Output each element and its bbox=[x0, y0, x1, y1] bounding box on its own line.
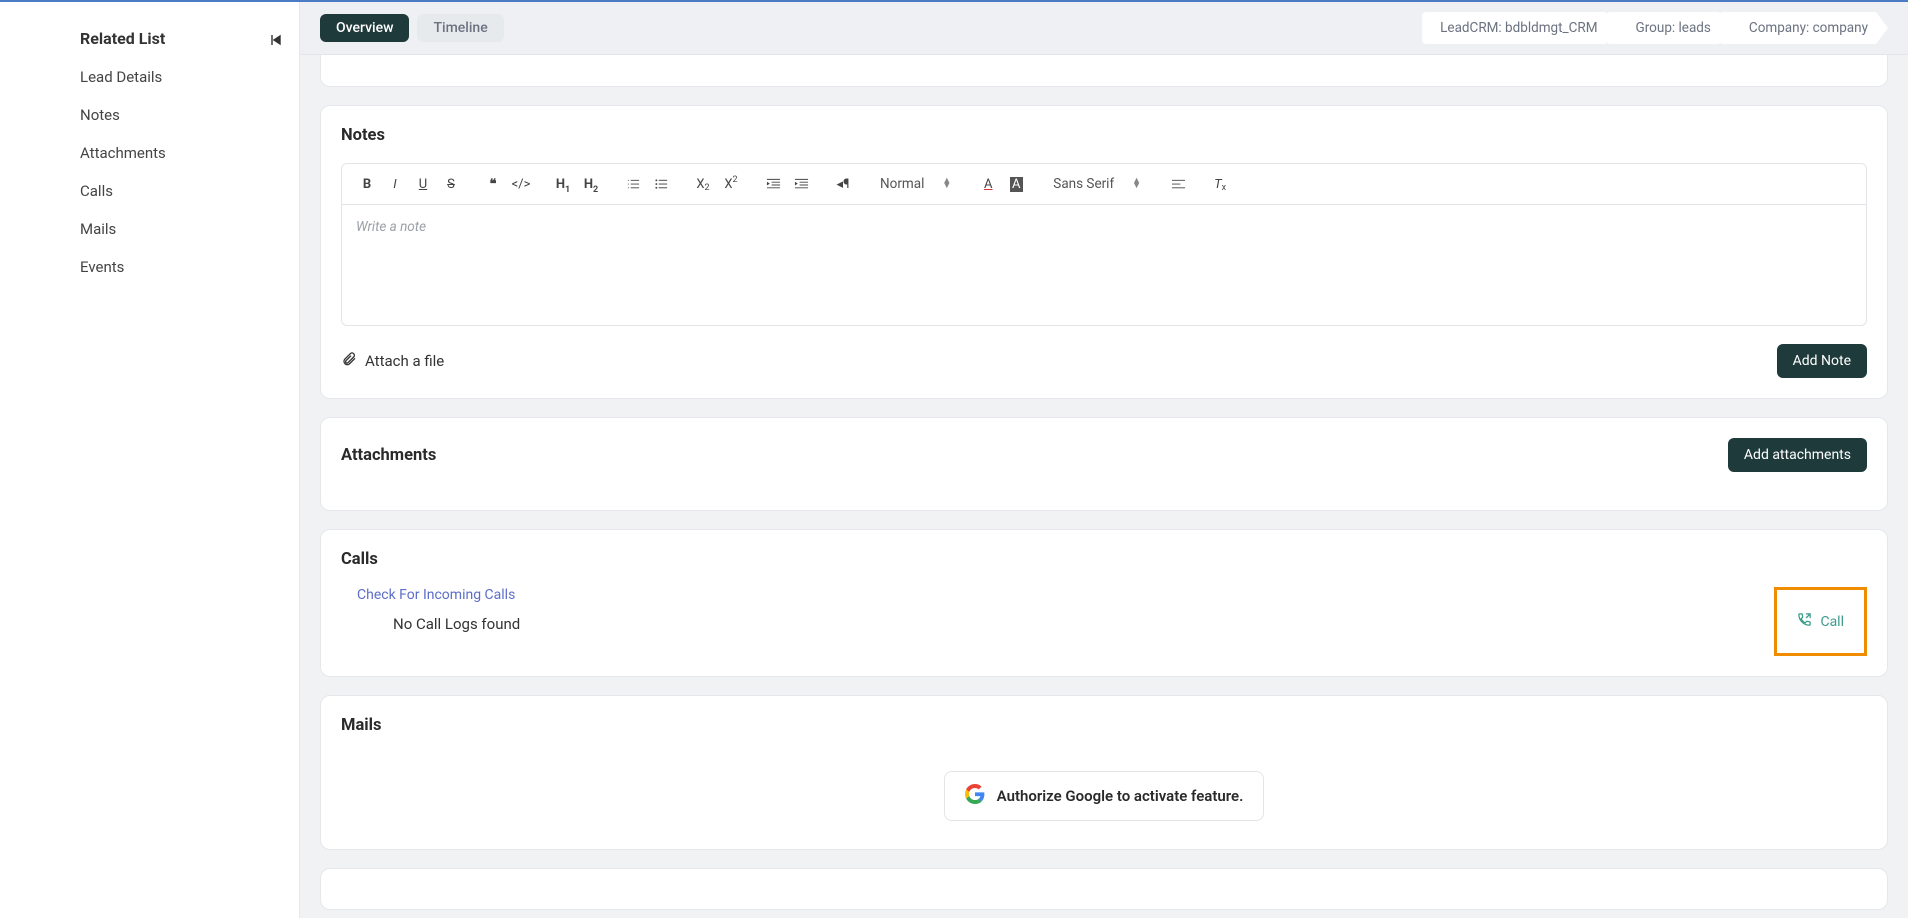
attachments-header: Attachments Add attachments bbox=[341, 438, 1867, 472]
note-textarea[interactable]: Write a note bbox=[342, 205, 1866, 325]
tab-label: Timeline bbox=[433, 20, 487, 36]
events-card-cutoff bbox=[320, 868, 1888, 910]
attachments-card: Attachments Add attachments bbox=[320, 417, 1888, 511]
mails-card: Mails Authorize Google to activate featu… bbox=[320, 695, 1888, 850]
calls-title: Calls bbox=[341, 550, 1867, 569]
calls-row: Check For Incoming Calls No Call Logs fo… bbox=[341, 587, 1867, 656]
breadcrumb-label: LeadCRM: bdbldmgt_CRM bbox=[1440, 20, 1597, 36]
ordered-list-icon[interactable] bbox=[620, 170, 646, 198]
unordered-list-icon[interactable] bbox=[648, 170, 674, 198]
add-attachments-button[interactable]: Add attachments bbox=[1728, 438, 1867, 472]
calls-card: Calls Check For Incoming Calls No Call L… bbox=[320, 529, 1888, 677]
check-incoming-label: Check For Incoming Calls bbox=[357, 587, 515, 603]
underline-icon[interactable]: U bbox=[410, 170, 436, 198]
block-format-dropdown[interactable]: Normal ▲▼ bbox=[872, 176, 959, 192]
mails-title: Mails bbox=[341, 716, 1867, 735]
rtl-icon[interactable]: ◂¶ bbox=[830, 170, 856, 198]
editor-toolbar: B I U S ❝ </> H1 H2 bbox=[342, 164, 1866, 205]
bold-icon[interactable]: B bbox=[354, 170, 380, 198]
sidebar-item-label: Lead Details bbox=[80, 68, 162, 86]
notes-title: Notes bbox=[341, 126, 1867, 145]
clear-format-icon[interactable]: Tx bbox=[1207, 170, 1233, 198]
add-note-button[interactable]: Add Note bbox=[1777, 344, 1867, 378]
content-scroll[interactable]: Notes B I U S ❝ </> H1 H2 bbox=[300, 55, 1908, 918]
call-highlight-box: Call bbox=[1774, 587, 1867, 656]
sidebar-item-lead-details[interactable]: Lead Details bbox=[0, 58, 299, 96]
breadcrumb-company[interactable]: Company: company bbox=[1719, 12, 1888, 44]
sidebar-item-notes[interactable]: Notes bbox=[0, 96, 299, 134]
breadcrumb-label: Group: leads bbox=[1636, 20, 1711, 36]
google-icon bbox=[965, 784, 985, 808]
bg-color-icon[interactable]: A bbox=[1003, 170, 1029, 198]
h2-icon[interactable]: H2 bbox=[578, 170, 604, 198]
code-icon[interactable]: </> bbox=[508, 170, 534, 198]
align-icon[interactable] bbox=[1165, 170, 1191, 198]
sidebar-item-mails[interactable]: Mails bbox=[0, 210, 299, 248]
strikethrough-icon[interactable]: S bbox=[438, 170, 464, 198]
breadcrumb-label: Company: company bbox=[1749, 20, 1868, 36]
sidebar-item-label: Events bbox=[80, 258, 124, 276]
sidebar-toggle-icon[interactable] bbox=[271, 34, 283, 50]
sidebar-item-label: Calls bbox=[80, 182, 113, 200]
paperclip-icon bbox=[341, 351, 357, 371]
sidebar-item-label: Attachments bbox=[80, 144, 166, 162]
sidebar-title: Related List bbox=[0, 24, 299, 58]
authorize-google-label: Authorize Google to activate feature. bbox=[997, 787, 1244, 805]
sidebar-item-label: Notes bbox=[80, 106, 120, 124]
font-label: Sans Serif bbox=[1053, 176, 1114, 192]
quote-icon[interactable]: ❝ bbox=[480, 170, 506, 198]
tab-overview[interactable]: Overview bbox=[320, 14, 409, 42]
breadcrumb-crm[interactable]: LeadCRM: bdbldmgt_CRM bbox=[1422, 12, 1617, 44]
main: Overview Timeline LeadCRM: bdbldmgt_CRM … bbox=[300, 2, 1908, 918]
attach-file-label: Attach a file bbox=[365, 352, 444, 370]
phone-icon bbox=[1797, 612, 1812, 631]
mails-auth-row: Authorize Google to activate feature. bbox=[341, 753, 1867, 829]
font-dropdown[interactable]: Sans Serif ▲▼ bbox=[1045, 176, 1149, 192]
notes-card: Notes B I U S ❝ </> H1 H2 bbox=[320, 105, 1888, 399]
block-format-label: Normal bbox=[880, 176, 924, 192]
note-footer: Attach a file Add Note bbox=[341, 344, 1867, 378]
attach-file-button[interactable]: Attach a file bbox=[341, 351, 444, 371]
topbar: Overview Timeline LeadCRM: bdbldmgt_CRM … bbox=[300, 2, 1908, 55]
sidebar-item-calls[interactable]: Calls bbox=[0, 172, 299, 210]
call-button[interactable]: Call bbox=[1797, 612, 1844, 631]
authorize-google-button[interactable]: Authorize Google to activate feature. bbox=[944, 771, 1265, 821]
add-attachments-label: Add attachments bbox=[1744, 447, 1851, 463]
outdent-icon[interactable] bbox=[760, 170, 786, 198]
caret-icon: ▲▼ bbox=[1132, 179, 1141, 190]
tab-label: Overview bbox=[336, 20, 393, 36]
italic-icon[interactable]: I bbox=[382, 170, 408, 198]
h1-icon[interactable]: H1 bbox=[550, 170, 576, 198]
sidebar: Related List Lead Details Notes Attachme… bbox=[0, 2, 300, 918]
calls-empty-text: No Call Logs found bbox=[341, 603, 520, 633]
check-incoming-calls-link[interactable]: Check For Incoming Calls bbox=[341, 587, 520, 603]
superscript-icon[interactable]: X2 bbox=[718, 170, 744, 198]
subscript-icon[interactable]: X2 bbox=[690, 170, 716, 198]
sidebar-item-attachments[interactable]: Attachments bbox=[0, 134, 299, 172]
call-button-label: Call bbox=[1820, 614, 1844, 630]
caret-icon: ▲▼ bbox=[942, 179, 951, 190]
tab-timeline[interactable]: Timeline bbox=[417, 14, 503, 42]
indent-icon[interactable] bbox=[788, 170, 814, 198]
sidebar-title-label: Related List bbox=[80, 29, 165, 48]
breadcrumb-group[interactable]: Group: leads bbox=[1606, 12, 1731, 44]
text-color-icon[interactable]: A bbox=[975, 170, 1001, 198]
note-placeholder: Write a note bbox=[356, 219, 426, 235]
breadcrumbs: LeadCRM: bdbldmgt_CRM Group: leads Compa… bbox=[1422, 12, 1888, 44]
card-cutoff bbox=[320, 55, 1888, 87]
sidebar-item-label: Mails bbox=[80, 220, 116, 238]
attachments-title: Attachments bbox=[341, 446, 436, 465]
add-note-label: Add Note bbox=[1793, 353, 1851, 369]
note-editor: B I U S ❝ </> H1 H2 bbox=[341, 163, 1867, 326]
sidebar-item-events[interactable]: Events bbox=[0, 248, 299, 286]
